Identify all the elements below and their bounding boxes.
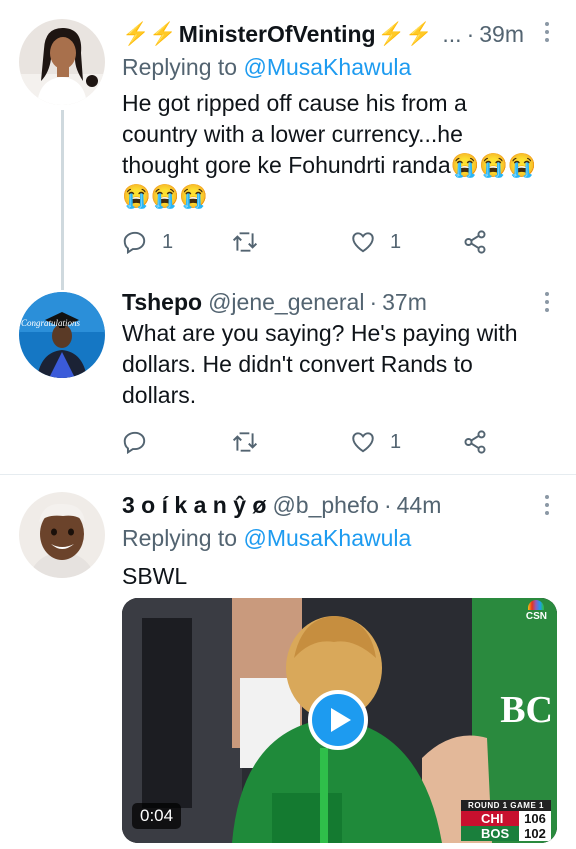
team-score: 102 (519, 826, 551, 841)
network-logo: CSN (526, 600, 547, 622)
handle[interactable]: @jene_general (208, 289, 364, 316)
like-button[interactable]: 1 (350, 227, 401, 257)
reply-icon (123, 431, 146, 455)
tweet-2[interactable]: Congratulations Tshepo @jene_general · 3… (0, 282, 576, 474)
tweet-text: What are you saying? He's paying with do… (122, 320, 518, 408)
share-icon (464, 230, 486, 254)
jersey-text: BC (500, 689, 553, 731)
separator-dot: · (369, 288, 378, 315)
avatar[interactable] (19, 492, 105, 578)
bolt-emoji: ⚡⚡ (122, 21, 177, 46)
separator-dot: · (466, 20, 475, 47)
replying-to: Replying to @MusaKhawula (122, 525, 411, 552)
tweet-header: 3 o í k a n ŷ ø @b_phefo · 44m (122, 489, 576, 521)
team-name: CHI (481, 811, 504, 826)
timestamp[interactable]: 39m (479, 21, 524, 48)
scorebug-row-bos: BOS 102 (461, 826, 551, 841)
team-score: 106 (519, 811, 551, 826)
network-name: CSN (525, 611, 547, 622)
avatar[interactable]: Congratulations (19, 292, 105, 378)
more-icon[interactable] (544, 22, 550, 42)
tweet-text: SBWL (122, 563, 188, 589)
timestamp[interactable]: 44m (397, 492, 442, 519)
display-name[interactable]: 3 o í k a n ŷ ø (122, 492, 266, 519)
reply-icon (123, 231, 146, 255)
retweet-icon (232, 432, 258, 452)
more-icon[interactable] (544, 495, 550, 515)
avatar[interactable] (19, 19, 105, 105)
display-name[interactable]: Tshepo (122, 289, 202, 316)
separator-dot: · (383, 491, 392, 518)
retweet-button[interactable] (232, 227, 272, 257)
retweet-icon (232, 232, 258, 252)
video-duration: 0:04 (132, 803, 182, 829)
scorebug: ROUND 1 GAME 1 CHI 106 BOS 102 (461, 800, 551, 841)
share-button[interactable] (462, 227, 488, 257)
mention-link[interactable]: @MusaKhawula (243, 54, 411, 80)
tweet-header: Tshepo @jene_general · 37m (122, 286, 576, 318)
avatar-caption: Congratulations (21, 318, 81, 328)
replying-to: Replying to @MusaKhawula (122, 54, 411, 81)
tweet-1[interactable]: ⚡⚡ MinisterOfVenting ⚡⚡ ... · 39m Replyi… (0, 0, 576, 290)
replying-to-label: Replying to (122, 525, 238, 551)
team-name: BOS (481, 826, 510, 841)
handle[interactable]: @b_phefo (272, 492, 379, 519)
scorebug-row-chi: CHI 106 (461, 811, 551, 826)
play-button[interactable] (308, 690, 368, 750)
share-button[interactable] (462, 427, 488, 457)
timestamp[interactable]: 37m (382, 289, 427, 316)
reply-button[interactable]: 1 (122, 227, 173, 257)
more-icon[interactable] (544, 292, 550, 312)
reply-count: 1 (162, 230, 174, 253)
like-count: 1 (390, 230, 402, 253)
handle[interactable]: ... (442, 21, 461, 48)
replying-to-label: Replying to (122, 54, 238, 80)
thread-line (61, 110, 64, 290)
tweet-text: He got ripped off cause his from a count… (122, 90, 537, 209)
video-player[interactable]: CSN BC 0:04 ROUND 1 GAME 1 CHI 106 BOS 1… (122, 598, 557, 843)
share-icon (464, 430, 486, 454)
tweet-header: ⚡⚡ MinisterOfVenting ⚡⚡ ... · 39m (122, 18, 576, 50)
bolt-emoji: ⚡⚡ (377, 21, 433, 46)
mention-link[interactable]: @MusaKhawula (243, 525, 411, 551)
tweet-actions: 1 (122, 427, 552, 457)
like-button[interactable]: 1 (350, 427, 401, 457)
play-icon (330, 708, 351, 732)
like-icon (352, 432, 374, 453)
reply-button[interactable] (122, 427, 162, 457)
like-icon (352, 232, 374, 253)
tweet-actions: 1 1 (122, 227, 552, 257)
display-name[interactable]: MinisterOfVenting (179, 21, 376, 48)
like-count: 1 (390, 430, 402, 453)
scorebug-header: ROUND 1 GAME 1 (461, 800, 551, 811)
retweet-button[interactable] (232, 427, 272, 457)
